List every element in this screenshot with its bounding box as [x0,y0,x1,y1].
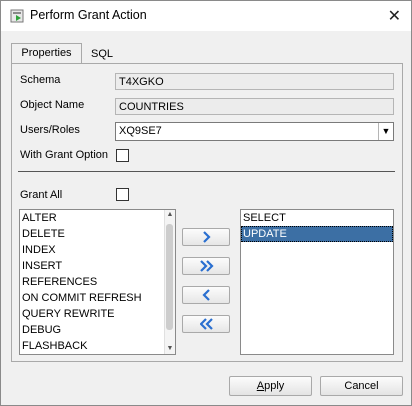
list-item[interactable]: ON COMMIT REFRESH [20,290,175,306]
apply-mnemonic: A [256,380,265,392]
list-item[interactable]: REFERENCES [20,274,175,290]
selected-privileges-list[interactable]: SELECT UPDATE [240,209,394,355]
users-roles-select[interactable]: XQ9SE7 ▼ [115,122,394,141]
move-all-right-icon [200,260,214,272]
title-bar: Perform Grant Action ✕ [1,1,411,31]
close-icon[interactable]: ✕ [388,6,401,26]
chevron-down-icon[interactable]: ▼ [378,123,393,140]
properties-panel: Schema T4XGKO Object Name COUNTRIES User… [11,63,403,362]
scroll-up-icon[interactable]: ▲ [165,210,175,220]
apply-button[interactable]: Apply [229,376,312,396]
list-item[interactable]: DELETE [20,226,175,242]
app-icon [10,9,24,23]
move-right-button[interactable] [182,228,230,246]
list-item[interactable]: INSERT [20,258,175,274]
list-item[interactable]: ALTER [20,210,175,226]
list-item-selected[interactable]: UPDATE [241,226,393,242]
object-name-label: Object Name [20,99,85,111]
schema-label: Schema [20,74,61,86]
list-item[interactable]: SELECT [241,210,393,226]
move-right-icon [203,231,211,243]
tab-properties[interactable]: Properties [11,43,82,64]
move-left-icon [202,289,210,301]
available-privileges-list[interactable]: ALTER DELETE INDEX INSERT REFERENCES ON … [19,209,176,355]
with-grant-option-label: With Grant Option [20,149,109,161]
window-title: Perform Grant Action [30,8,147,22]
list-item[interactable]: DEBUG [20,322,175,338]
schema-field: T4XGKO [115,73,394,90]
list-item[interactable]: INDEX [20,242,175,258]
users-roles-label: Users/Roles [20,124,80,136]
tab-sql[interactable]: SQL [87,45,123,64]
grant-all-checkbox[interactable] [116,188,129,201]
move-left-button[interactable] [182,286,230,304]
list-item[interactable]: FLASHBACK [20,338,175,354]
cancel-button[interactable]: Cancel [320,376,403,396]
scroll-down-icon[interactable]: ▼ [165,344,175,354]
apply-label: pply [264,380,285,392]
scroll-thumb[interactable] [166,224,173,330]
vertical-scrollbar[interactable]: ▲ ▼ [164,210,175,354]
object-name-field: COUNTRIES [115,98,394,115]
separator [18,171,395,172]
move-all-right-button[interactable] [182,257,230,275]
dialog-window: Perform Grant Action ✕ Properties SQL Sc… [0,0,412,406]
list-item[interactable]: QUERY REWRITE [20,306,175,322]
with-grant-option-checkbox[interactable] [116,149,129,162]
users-roles-value: XQ9SE7 [119,125,162,137]
move-all-left-icon [200,318,213,330]
move-all-left-button[interactable] [182,315,230,333]
grant-all-label: Grant All [20,189,63,201]
